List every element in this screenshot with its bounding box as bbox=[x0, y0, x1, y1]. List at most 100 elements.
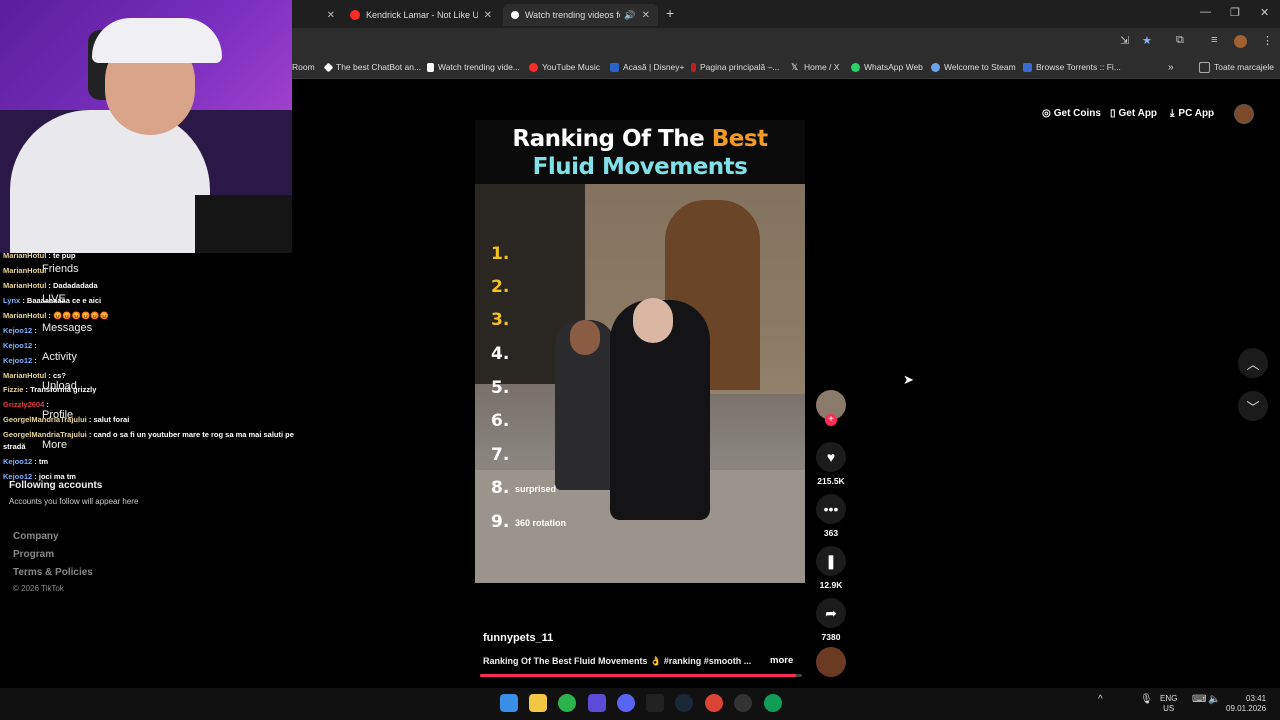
follow-plus-icon[interactable]: + bbox=[825, 414, 837, 426]
install-app-icon[interactable]: ⇲ bbox=[1120, 34, 1129, 47]
chrome-icon[interactable] bbox=[764, 694, 782, 712]
disney-icon bbox=[610, 62, 619, 72]
epic-games-icon[interactable] bbox=[646, 694, 664, 712]
chat-message: MarianHotul : cs? bbox=[3, 371, 66, 380]
video-player[interactable]: Ranking Of The Best Fluid Movements 1. 2… bbox=[475, 120, 805, 583]
discord-icon[interactable] bbox=[617, 694, 635, 712]
phone-icon: ▯ bbox=[1110, 107, 1116, 119]
copyright: © 2026 TikTok bbox=[13, 584, 64, 593]
spotify-icon[interactable] bbox=[558, 694, 576, 712]
bookmark-item[interactable]: Browse Torrents :: Fi... bbox=[1023, 57, 1121, 77]
more-bookmarks-icon[interactable]: » bbox=[1168, 57, 1174, 77]
bookmark-item[interactable]: Pagina principală –... bbox=[691, 57, 779, 77]
profile-avatar[interactable] bbox=[1234, 35, 1247, 48]
rank-number: 3. bbox=[491, 310, 510, 330]
user-avatar[interactable] bbox=[1234, 104, 1254, 124]
browser-tab[interactable]: ✕ bbox=[293, 4, 343, 26]
bookmark-item[interactable]: Acasă | Disney+ bbox=[610, 57, 685, 77]
clock[interactable]: 03:41 09.01.2026 bbox=[1226, 694, 1266, 714]
maximize-button[interactable]: ❐ bbox=[1230, 6, 1240, 19]
close-tab-icon[interactable]: ✕ bbox=[484, 10, 492, 21]
heart-icon: ♥ bbox=[816, 442, 846, 472]
bookmark-item[interactable]: 𝕏 Home / X bbox=[791, 57, 839, 77]
save-button[interactable]: ❚ 12.9K bbox=[815, 546, 847, 590]
music-disc-icon[interactable] bbox=[816, 647, 846, 677]
bookmark-item[interactable]: WhatsApp Web bbox=[851, 57, 923, 77]
chat-message: Fizzie : Transformă grizzly bbox=[3, 385, 97, 394]
video-title-line2: Fluid Movements bbox=[532, 154, 748, 180]
steam-icon bbox=[931, 62, 940, 72]
file-explorer-icon[interactable] bbox=[529, 694, 547, 712]
steam-icon[interactable] bbox=[675, 694, 693, 712]
microphone-icon[interactable]: 🎙 bbox=[1140, 694, 1153, 705]
bookmark-item[interactable]: YouTube Music bbox=[529, 57, 600, 77]
share-button[interactable]: ➦ 7380 bbox=[815, 598, 847, 642]
close-tab-icon[interactable]: ✕ bbox=[327, 10, 335, 21]
creator-avatar-button[interactable]: + bbox=[815, 390, 847, 426]
chat-message: Kejoo12 : bbox=[3, 326, 37, 335]
webcam-overlay bbox=[0, 0, 292, 253]
rank-number: 9. bbox=[491, 512, 510, 532]
browser-tab-tiktok[interactable]: Watch trending videos for y 🔊 ✕ bbox=[503, 4, 658, 26]
pc-app-button[interactable]: ⤓ PC App bbox=[1170, 105, 1214, 121]
bookmark-item[interactable]: Room bbox=[292, 57, 315, 77]
rank-number: 7. bbox=[491, 445, 510, 465]
mouse-cursor-icon: ➤ bbox=[903, 372, 914, 387]
close-window-button[interactable]: ✕ bbox=[1260, 6, 1269, 19]
close-tab-icon[interactable]: ✕ bbox=[642, 10, 650, 21]
comment-count: 363 bbox=[823, 528, 839, 538]
new-tab-button[interactable]: + bbox=[666, 5, 674, 21]
bookmark-item[interactable]: Watch trending vide... bbox=[427, 57, 520, 77]
language-indicator[interactable]: ENG US bbox=[1160, 694, 1177, 714]
volume-icon[interactable]: 🔈 bbox=[1208, 694, 1220, 705]
rank-label: 360 rotation bbox=[515, 518, 567, 528]
comment-button[interactable]: ••• 363 bbox=[815, 494, 847, 538]
footer-program-link[interactable]: Program bbox=[13, 549, 54, 560]
caption-more-button[interactable]: more bbox=[770, 655, 793, 666]
chat-message: Kejoo12 : bbox=[3, 341, 37, 350]
bookmark-all[interactable]: Toate marcajele bbox=[1199, 57, 1274, 77]
video-progress-fill bbox=[480, 674, 796, 677]
network-icon[interactable]: ⌨ bbox=[1192, 694, 1206, 705]
chat-message: Grizzly2604 : bbox=[3, 400, 49, 409]
browser-menu-icon[interactable]: ⋮ bbox=[1262, 34, 1273, 47]
x-icon: 𝕏 bbox=[791, 61, 799, 72]
streamer-hoodie bbox=[10, 110, 210, 253]
minimize-button[interactable]: — bbox=[1200, 6, 1211, 18]
footer-terms-link[interactable]: Terms & Policies bbox=[13, 567, 93, 578]
chat-message: MarianHotul bbox=[3, 266, 47, 275]
speaker-icon[interactable]: 🔊 bbox=[624, 10, 635, 21]
share-icon: ➦ bbox=[816, 598, 846, 628]
sidebar-item-friends[interactable]: Friends bbox=[42, 263, 79, 275]
bookmark-item[interactable]: Welcome to Steam bbox=[931, 57, 1016, 77]
chatbot-icon bbox=[323, 62, 334, 72]
chat-message: Kejoo12 : tm bbox=[3, 457, 49, 466]
following-title: Following accounts bbox=[9, 480, 103, 491]
obs-icon[interactable] bbox=[734, 694, 752, 712]
sidebar-item-activity[interactable]: Activity bbox=[42, 351, 77, 363]
app-icon[interactable] bbox=[588, 694, 606, 712]
chat-message: stradă bbox=[3, 442, 26, 451]
get-app-button[interactable]: ▯ Get App bbox=[1110, 105, 1157, 121]
extensions-icon[interactable]: ⧉ bbox=[1176, 34, 1184, 47]
start-icon[interactable] bbox=[500, 694, 518, 712]
bookmark-star-icon[interactable]: ★ bbox=[1142, 34, 1152, 47]
get-coins-button[interactable]: ◎ Get Coins bbox=[1042, 105, 1101, 121]
sidebar-item-messages[interactable]: Messages bbox=[42, 322, 92, 334]
chevron-down-icon[interactable]: ﹀ bbox=[1238, 391, 1268, 421]
like-button[interactable]: ♥ 215.5K bbox=[815, 442, 847, 486]
video-author[interactable]: funnypets_11 bbox=[483, 632, 553, 644]
chat-message: MarianHotul : Dadadadada bbox=[3, 281, 98, 290]
rank-number: 6. bbox=[491, 411, 510, 431]
video-progress-bar[interactable] bbox=[480, 674, 802, 677]
taskbar bbox=[0, 688, 1280, 720]
footer-company-link[interactable]: Company bbox=[13, 531, 59, 542]
media-control-icon[interactable]: ≡ bbox=[1211, 34, 1217, 46]
browser-tab-kendrick[interactable]: Kendrick Lamar - Not Like Us - ✕ bbox=[342, 4, 500, 26]
tray-chevron-up-icon[interactable]: ^ bbox=[1098, 694, 1103, 705]
chrome-icon[interactable] bbox=[705, 694, 723, 712]
sidebar-item-more[interactable]: More bbox=[42, 439, 67, 451]
bookmark-item[interactable]: The best ChatBot an... bbox=[323, 57, 421, 77]
rank-number: 4. bbox=[491, 344, 510, 364]
chevron-up-icon[interactable]: ︿ bbox=[1238, 348, 1268, 378]
